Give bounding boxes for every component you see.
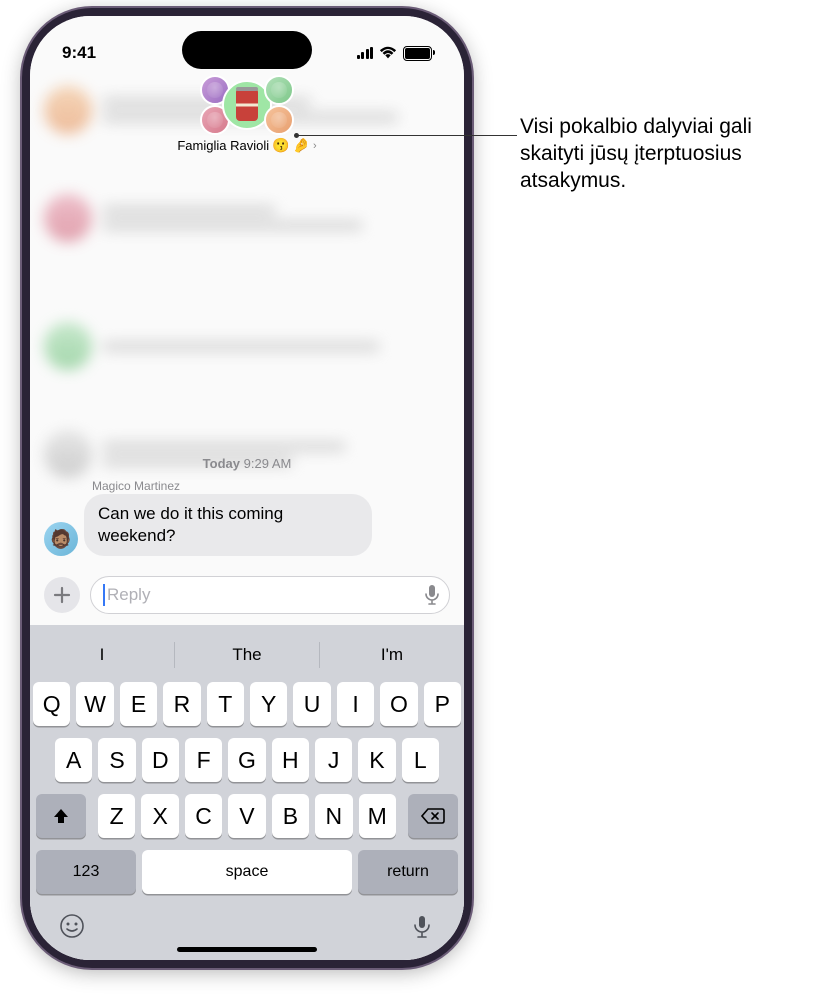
reply-input[interactable]: Reply [90,576,450,614]
keyboard-row: Z X C V B N M [33,794,461,838]
sender-label: Magico Martinez [92,479,464,493]
reply-placeholder: Reply [107,585,423,605]
key[interactable]: H [272,738,309,782]
key[interactable]: M [359,794,396,838]
cellular-icon [357,47,374,59]
key[interactable]: R [163,682,200,726]
battery-icon [403,46,432,61]
callout-leader-line [297,135,517,136]
text-caret [103,584,105,606]
key[interactable]: P [424,682,461,726]
key[interactable]: S [98,738,135,782]
backspace-key[interactable] [408,794,458,838]
participant-avatar-callout-target [264,105,294,135]
suggestion[interactable]: I'm [320,645,464,665]
timestamp-time: 9:29 AM [244,456,292,471]
key[interactable]: C [185,794,222,838]
key[interactable]: B [272,794,309,838]
timestamp-day: Today [203,456,240,471]
conversation-header[interactable]: Famiglia Ravioli 😗 🤌 › [30,71,464,164]
plus-button[interactable] [44,577,80,613]
suggestion[interactable]: The [175,645,319,665]
microphone-icon[interactable] [423,583,441,607]
dynamic-island [182,31,312,69]
suggestion-bar: I The I'm [30,631,464,679]
callout-text: Visi pokalbio dalyviai gali skaityti jūs… [520,113,800,194]
key[interactable]: I [337,682,374,726]
key[interactable]: E [120,682,157,726]
group-emoji: 🤌 [293,137,310,154]
key[interactable]: G [228,738,265,782]
shift-key[interactable] [36,794,86,838]
input-row: Reply [30,576,464,614]
chevron-right-icon: › [313,140,317,152]
keyboard-bottom-row: 123 space return [33,850,461,894]
backspace-icon [421,807,445,825]
screen: 9:41 Famiglia Ravioli 😗 [30,16,464,960]
dictation-icon[interactable] [408,912,436,940]
suggestion[interactable]: I [30,645,174,665]
return-key[interactable]: return [358,850,458,894]
group-name-label: Famiglia Ravioli [177,138,269,153]
key[interactable]: W [76,682,113,726]
key[interactable]: Y [250,682,287,726]
sender-avatar[interactable]: 🧔🏽 [44,522,78,556]
key[interactable]: F [185,738,222,782]
key[interactable]: K [358,738,395,782]
key[interactable]: A [55,738,92,782]
key[interactable]: O [380,682,417,726]
keyboard-row: Q W E R T Y U I O P [33,682,461,726]
key[interactable]: Z [98,794,135,838]
chat-background: 9:41 Famiglia Ravioli 😗 [30,16,464,960]
key[interactable]: N [315,794,352,838]
wifi-icon [379,46,397,60]
numbers-key[interactable]: 123 [36,850,136,894]
shift-icon [51,806,71,826]
timestamp: Today 9:29 AM [30,456,464,471]
phone-frame: 9:41 Famiglia Ravioli 😗 [22,8,472,968]
key[interactable]: D [142,738,179,782]
group-title[interactable]: Famiglia Ravioli 😗 🤌 › [177,137,316,154]
home-indicator[interactable] [177,947,317,952]
space-key[interactable]: space [142,850,352,894]
group-avatars [192,77,302,133]
keyboard: I The I'm Q W E R T Y U I [30,625,464,960]
keyboard-row: A S D F G H J K L [33,738,461,782]
key[interactable]: T [207,682,244,726]
key[interactable]: Q [33,682,70,726]
key[interactable]: J [315,738,352,782]
plus-icon [52,585,72,605]
key[interactable]: U [293,682,330,726]
message-area: Magico Martinez 🧔🏽 Can we do it this com… [30,479,464,556]
status-time: 9:41 [62,43,96,63]
message-row: 🧔🏽 Can we do it this coming weekend? [30,494,464,556]
key[interactable]: V [228,794,265,838]
message-bubble[interactable]: Can we do it this coming weekend? [84,494,372,556]
key[interactable]: L [402,738,439,782]
group-emoji: 😗 [272,137,289,154]
key[interactable]: X [141,794,178,838]
emoji-icon[interactable] [58,912,86,940]
